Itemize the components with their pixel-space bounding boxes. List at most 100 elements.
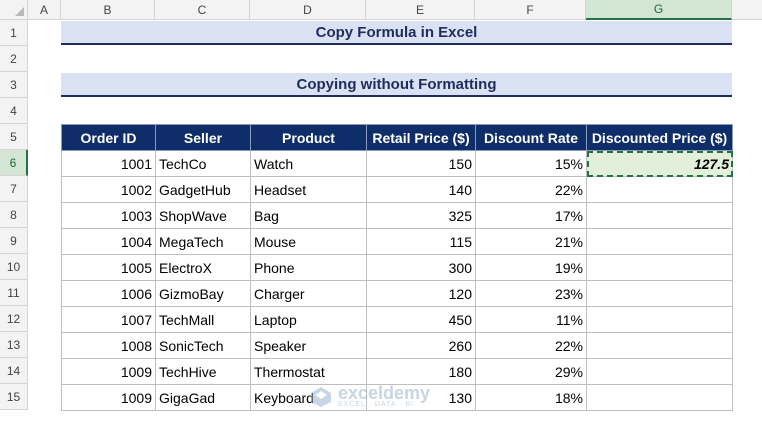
cell-discount-rate[interactable]: 11% [475,306,587,333]
cell-seller[interactable]: GadgetHub [155,176,251,203]
row-header-2[interactable]: 2 [0,46,28,72]
cell-discount-rate[interactable]: 23% [475,280,587,307]
cell-retail-price[interactable]: 140 [366,176,476,203]
cell-retail-price[interactable]: 260 [366,332,476,359]
row-header-15[interactable]: 15 [0,384,28,410]
header-seller[interactable]: Seller [155,124,251,151]
cell-order-id[interactable]: 1002 [61,176,156,203]
cell-discounted-price[interactable] [586,176,733,203]
cell-seller[interactable]: ShopWave [155,202,251,229]
cell-seller[interactable]: MegaTech [155,228,251,255]
section-title: Copying without Formatting [296,75,497,93]
column-header-d[interactable]: D [250,0,366,20]
cell-retail-price[interactable]: 325 [366,202,476,229]
cell-discounted-price[interactable] [586,358,733,385]
cell-discounted-price[interactable] [586,332,733,359]
cell-retail-price[interactable]: 130 [366,384,476,411]
cell-discount-rate[interactable]: 15% [475,150,587,177]
cell-retail-price[interactable]: 300 [366,254,476,281]
cell-discounted-price[interactable]: 127.5 [586,150,733,177]
cell-seller[interactable]: SonicTech [155,332,251,359]
row-header-11[interactable]: 11 [0,280,28,306]
cell-seller[interactable]: GizmoBay [155,280,251,307]
cell-discount-rate[interactable]: 18% [475,384,587,411]
cell-product[interactable]: Speaker [250,332,367,359]
cell-discount-rate[interactable]: 21% [475,228,587,255]
cell-seller[interactable]: GigaGad [155,384,251,411]
cell-retail-price[interactable]: 120 [366,280,476,307]
cell-seller[interactable]: TechCo [155,150,251,177]
table-row: 1001 TechCo Watch 150 15% 127.5 [61,150,733,177]
cell-order-id[interactable]: 1004 [61,228,156,255]
cell-product[interactable]: Headset [250,176,367,203]
row-header-10[interactable]: 10 [0,254,28,280]
cell-retail-price[interactable]: 180 [366,358,476,385]
cell-order-id[interactable]: 1003 [61,202,156,229]
row-header-5[interactable]: 5 [0,124,28,150]
select-all-button[interactable] [0,0,28,20]
cell-discounted-price[interactable] [586,254,733,281]
cell-order-id[interactable]: 1009 [61,358,156,385]
column-header-g[interactable]: G [586,0,732,20]
header-retail-price[interactable]: Retail Price ($) [366,124,476,151]
cell-discount-rate[interactable]: 17% [475,202,587,229]
data-table: Order ID Seller Product Retail Price ($)… [61,124,733,411]
cell-retail-price[interactable]: 150 [366,150,476,177]
cell-order-id[interactable]: 1006 [61,280,156,307]
cell-discounted-price[interactable] [586,384,733,411]
cell-product[interactable]: Mouse [250,228,367,255]
cell-discount-rate[interactable]: 22% [475,176,587,203]
row-header-12[interactable]: 12 [0,306,28,332]
column-header-e[interactable]: E [366,0,475,20]
cell-product[interactable]: Thermostat [250,358,367,385]
cell-product[interactable]: Watch [250,150,367,177]
cell-order-id[interactable]: 1009 [61,384,156,411]
row-header-8[interactable]: 8 [0,202,28,228]
column-header-c[interactable]: C [155,0,250,20]
cell-order-id[interactable]: 1007 [61,306,156,333]
cell-product[interactable]: Phone [250,254,367,281]
row-header-3[interactable]: 3 [0,72,28,98]
row-header-13[interactable]: 13 [0,332,28,358]
row-header-7[interactable]: 7 [0,176,28,202]
cell-product[interactable]: Charger [250,280,367,307]
header-order-id[interactable]: Order ID [61,124,156,151]
cell-discounted-price[interactable] [586,280,733,307]
table-row: 1003 ShopWave Bag 325 17% [61,202,733,229]
table-row: 1002 GadgetHub Headset 140 22% [61,176,733,203]
cell-product[interactable]: Laptop [250,306,367,333]
row-header-9[interactable]: 9 [0,228,28,254]
cell-seller[interactable]: ElectroX [155,254,251,281]
row-header-1[interactable]: 1 [0,20,28,46]
table-header-row: Order ID Seller Product Retail Price ($)… [61,124,733,151]
cell-order-id[interactable]: 1008 [61,332,156,359]
cell-order-id[interactable]: 1005 [61,254,156,281]
column-header-a[interactable]: A [28,0,61,20]
section-title-banner: Copying without Formatting [61,73,732,97]
row-header-14[interactable]: 14 [0,358,28,384]
cell-discounted-price[interactable] [586,306,733,333]
header-product[interactable]: Product [250,124,367,151]
cell-discount-rate[interactable]: 29% [475,358,587,385]
cell-product[interactable]: Keyboard [250,384,367,411]
row-header-6[interactable]: 6 [0,150,28,176]
header-discount-rate[interactable]: Discount Rate [475,124,587,151]
cell-retail-price[interactable]: 450 [366,306,476,333]
cell-order-id[interactable]: 1001 [61,150,156,177]
header-discounted-price[interactable]: Discounted Price ($) [586,124,733,151]
cell-discount-rate[interactable]: 22% [475,332,587,359]
cell-retail-price[interactable]: 115 [366,228,476,255]
column-header-f[interactable]: F [475,0,586,20]
cell-discounted-price[interactable] [586,228,733,255]
table-row: 1007 TechMall Laptop 450 11% [61,306,733,333]
table-row: 1004 MegaTech Mouse 115 21% [61,228,733,255]
sheet-title-banner: Copy Formula in Excel [61,21,732,45]
cell-discounted-price[interactable] [586,202,733,229]
column-header-empty [732,0,762,20]
row-header-4[interactable]: 4 [0,98,28,124]
cell-seller[interactable]: TechMall [155,306,251,333]
cell-product[interactable]: Bag [250,202,367,229]
column-header-b[interactable]: B [61,0,155,20]
cell-seller[interactable]: TechHive [155,358,251,385]
cell-discount-rate[interactable]: 19% [475,254,587,281]
